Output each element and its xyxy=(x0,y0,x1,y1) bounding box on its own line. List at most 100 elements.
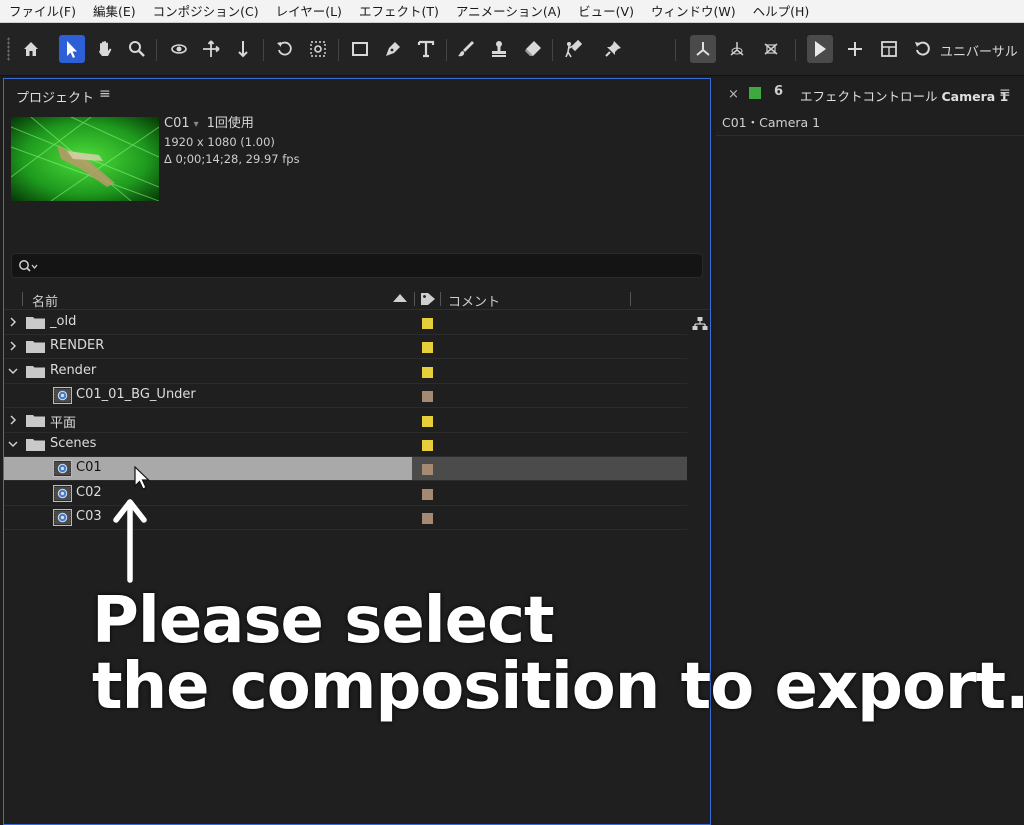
project-search-input[interactable] xyxy=(11,253,703,278)
column-divider[interactable] xyxy=(414,292,415,306)
hand-tool-icon[interactable] xyxy=(92,35,118,63)
roto-brush-icon[interactable] xyxy=(560,35,586,63)
comment-cell[interactable] xyxy=(412,360,687,383)
folder-icon xyxy=(26,341,45,354)
pan-camera-icon[interactable] xyxy=(198,35,224,63)
project-panel-title[interactable]: プロジェクト xyxy=(16,87,94,106)
comment-cell[interactable] xyxy=(412,384,687,407)
item-name-label: Render xyxy=(50,362,97,378)
menu-window[interactable]: ウィンドウ(W) xyxy=(642,0,744,23)
world-axis-icon[interactable] xyxy=(724,35,750,63)
folder-icon xyxy=(26,439,45,451)
label-color-swatch[interactable] xyxy=(422,488,433,500)
pen-tool-icon[interactable] xyxy=(380,35,406,63)
rectangle-tool-icon[interactable] xyxy=(347,35,373,63)
label-color-swatch[interactable] xyxy=(422,513,433,525)
pan-behind-icon[interactable] xyxy=(305,35,331,63)
menu-animation[interactable]: アニメーション(A) xyxy=(447,0,569,23)
toolbar-separator xyxy=(552,39,553,61)
label-color-swatch[interactable] xyxy=(422,342,433,354)
zoom-tool-icon[interactable] xyxy=(124,35,150,63)
folder-row[interactable]: RENDER xyxy=(4,335,687,360)
flowchart-icon[interactable] xyxy=(692,317,708,331)
comment-cell[interactable] xyxy=(412,409,687,432)
toolbar-separator xyxy=(338,39,339,61)
menu-composition[interactable]: コンポジション(C) xyxy=(144,0,267,23)
orbit-camera-icon[interactable] xyxy=(166,35,192,63)
home-icon[interactable] xyxy=(18,35,44,63)
clone-stamp-icon[interactable] xyxy=(486,35,512,63)
annotation-text: Please select the composition to export. xyxy=(92,588,1024,720)
box-icon[interactable] xyxy=(876,35,902,63)
chevron-down-icon[interactable] xyxy=(8,366,18,376)
label-color-swatch[interactable] xyxy=(422,366,433,378)
chevron-right-icon[interactable] xyxy=(8,341,18,351)
universal-mode-label[interactable]: ユニバーサル xyxy=(940,41,1018,60)
hamburger-menu-icon[interactable]: ≡ xyxy=(99,86,111,102)
menu-edit[interactable]: 編集(E) xyxy=(84,0,144,23)
toolbar-separator xyxy=(795,39,796,61)
toolbar-grip[interactable] xyxy=(7,37,10,61)
mouse-cursor-icon xyxy=(134,466,150,490)
folder-row[interactable]: 平面 xyxy=(4,409,687,433)
composition-icon xyxy=(53,509,72,527)
search-icon xyxy=(19,260,38,272)
snap-arrow-icon[interactable] xyxy=(807,35,833,63)
local-axis-icon[interactable] xyxy=(690,35,716,63)
lock-icon[interactable]: 6 xyxy=(774,84,783,99)
chevron-right-icon[interactable] xyxy=(8,415,18,425)
label-color-swatch[interactable] xyxy=(422,318,433,329)
label-color-swatch[interactable] xyxy=(422,464,433,476)
menu-file[interactable]: ファイル(F) xyxy=(0,0,84,23)
view-axis-icon[interactable] xyxy=(758,35,784,63)
comment-cell[interactable] xyxy=(412,482,687,505)
brush-tool-icon[interactable] xyxy=(453,35,479,63)
column-header: 名前 コメント xyxy=(4,288,710,310)
comment-cell[interactable] xyxy=(412,311,687,334)
menu-help[interactable]: ヘルプ(H) xyxy=(744,0,818,23)
composition-row[interactable]: C02 xyxy=(4,482,687,506)
menu-layer[interactable]: レイヤー(L) xyxy=(267,0,350,23)
column-divider[interactable] xyxy=(630,292,631,306)
label-color-swatch[interactable] xyxy=(422,440,433,451)
effect-controls-title[interactable]: エフェクトコントロール Camera 1 xyxy=(800,86,1008,105)
folder-row[interactable]: _old xyxy=(4,311,687,335)
dolly-camera-icon[interactable] xyxy=(230,35,256,63)
column-divider[interactable] xyxy=(22,292,23,306)
item-name-label: C01_01_BG_Under xyxy=(76,387,196,403)
comment-cell[interactable] xyxy=(412,433,687,456)
undo-circle-icon[interactable] xyxy=(910,35,936,63)
plus-icon[interactable] xyxy=(842,35,868,63)
item-duration: Δ 0;00;14;28, 29.97 fps xyxy=(164,152,300,166)
hamburger-menu-icon[interactable]: ≡ xyxy=(999,85,1011,101)
menu-view[interactable]: ビュー(V) xyxy=(569,0,642,23)
eraser-icon[interactable] xyxy=(520,35,546,63)
composition-row[interactable]: C01_01_BG_Under xyxy=(4,384,687,409)
type-tool-icon[interactable] xyxy=(413,35,439,63)
comment-cell[interactable] xyxy=(412,335,687,358)
column-divider[interactable] xyxy=(440,292,441,306)
label-color-swatch[interactable] xyxy=(422,391,433,403)
puppet-pin-icon[interactable] xyxy=(600,35,626,63)
composition-icon xyxy=(53,387,72,405)
column-comment-header[interactable]: コメント xyxy=(448,291,500,310)
chevron-down-icon[interactable] xyxy=(8,439,18,449)
composition-row[interactable]: C03 xyxy=(4,506,687,531)
composition-row[interactable]: C01 xyxy=(4,457,687,482)
chevron-right-icon[interactable] xyxy=(8,317,18,327)
label-color-swatch[interactable] xyxy=(422,415,433,427)
label-tag-icon[interactable] xyxy=(420,292,436,306)
selection-tool-icon[interactable] xyxy=(59,35,85,63)
folder-row[interactable]: Scenes xyxy=(4,433,687,457)
folder-row[interactable]: Render xyxy=(4,360,687,384)
menu-effect[interactable]: エフェクト(T) xyxy=(350,0,447,23)
comment-cell[interactable] xyxy=(412,506,687,529)
toolbar-separator xyxy=(446,39,447,61)
column-name-header[interactable]: 名前 xyxy=(32,291,58,310)
comment-cell[interactable] xyxy=(412,457,687,481)
effect-controls-subtitle: C01・Camera 1 xyxy=(722,115,821,130)
close-icon[interactable]: × xyxy=(728,87,739,102)
dropdown-caret-icon[interactable]: ▾ xyxy=(194,119,199,130)
sort-ascending-icon[interactable] xyxy=(393,294,407,302)
rotate-tool-icon[interactable] xyxy=(272,35,298,63)
